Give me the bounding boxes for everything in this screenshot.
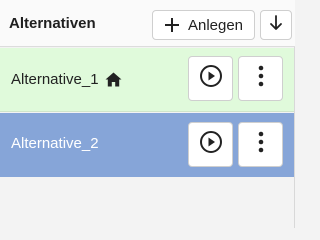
more-vertical-icon xyxy=(258,131,264,158)
play-circle-icon xyxy=(199,130,223,159)
run-alternative-button[interactable] xyxy=(188,122,233,167)
add-alternative-button[interactable]: Anlegen xyxy=(152,10,255,40)
panel-title: Alternativen xyxy=(9,15,96,32)
plus-icon xyxy=(164,17,180,33)
alternative-row-selected[interactable]: Alternative_2 xyxy=(0,113,294,177)
more-vertical-icon xyxy=(258,65,264,92)
arrow-down-icon xyxy=(268,14,284,36)
alternative-name: Alternative_2 xyxy=(11,135,99,152)
panel-header: Alternativen Anlegen xyxy=(0,0,295,47)
add-button-label: Anlegen xyxy=(187,16,244,34)
run-alternative-button[interactable] xyxy=(188,56,233,101)
alternative-name: Alternative_1 xyxy=(11,71,99,88)
home-icon xyxy=(105,72,122,87)
alternatives-panel: Alternativen Anlegen Alternative_1 Alter… xyxy=(0,0,295,228)
sort-down-button[interactable] xyxy=(260,10,292,40)
more-options-button[interactable] xyxy=(238,56,283,101)
alternative-row[interactable]: Alternative_1 xyxy=(0,48,294,112)
more-options-button[interactable] xyxy=(238,122,283,167)
play-circle-icon xyxy=(199,64,223,93)
